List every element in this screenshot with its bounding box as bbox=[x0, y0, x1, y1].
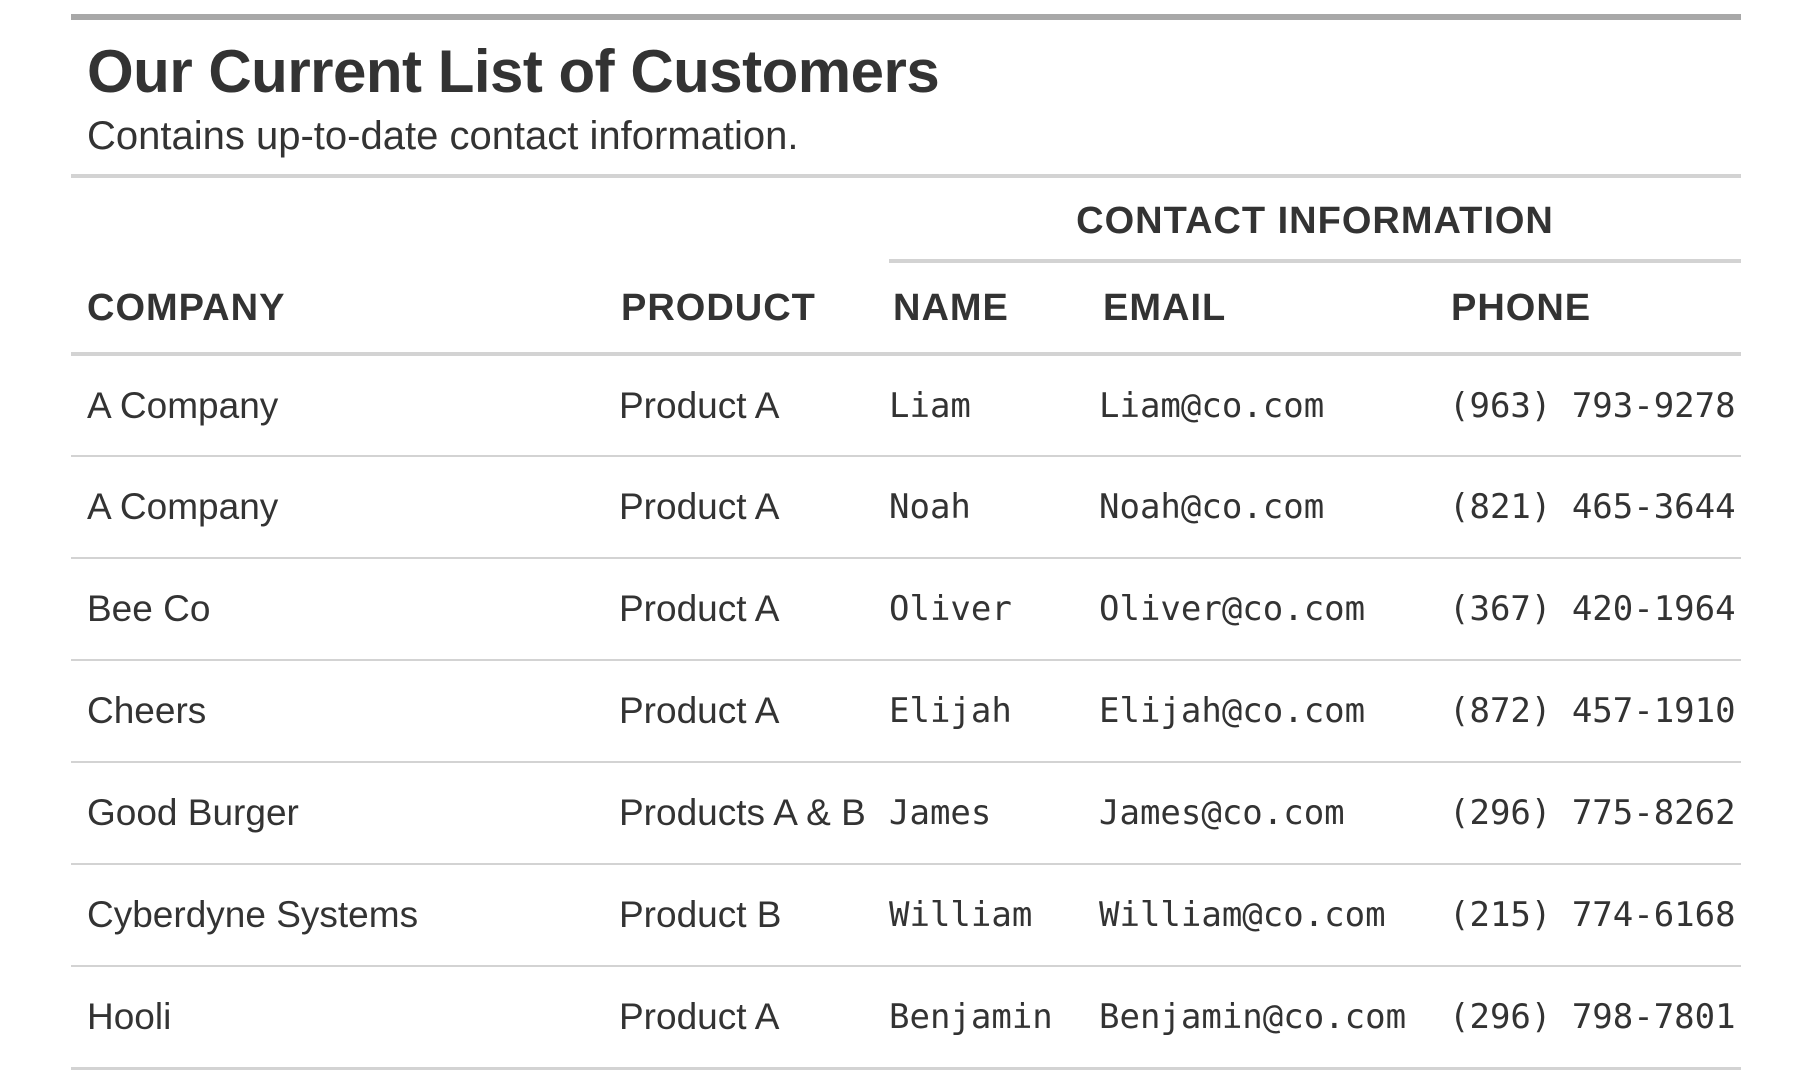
cell-phone: (215) 774-6168 bbox=[1435, 864, 1741, 967]
cell-email: Elijah@co.com bbox=[1087, 660, 1435, 763]
cell-product: Product B bbox=[605, 864, 877, 967]
column-header-phone: PHONE bbox=[1435, 264, 1741, 356]
column-header-name: NAME bbox=[877, 264, 1087, 356]
cell-product: Product A bbox=[605, 456, 877, 559]
column-header-row: COMPANY PRODUCT NAME EMAIL PHONE bbox=[71, 264, 1741, 356]
cell-product: Products A & B bbox=[605, 762, 877, 865]
spanner-empty bbox=[71, 178, 877, 264]
cell-product: Product A bbox=[605, 354, 877, 457]
cell-company: Cheers bbox=[71, 660, 605, 763]
table-row: Cyberdyne Systems Product B William Will… bbox=[71, 864, 1741, 967]
cell-email: Benjamin@co.com bbox=[1087, 966, 1435, 1070]
cell-name: Elijah bbox=[877, 660, 1087, 763]
cell-name: James bbox=[877, 762, 1087, 865]
cell-name: William bbox=[877, 864, 1087, 967]
cell-email: James@co.com bbox=[1087, 762, 1435, 865]
cell-company: Hooli bbox=[71, 966, 605, 1070]
spanner-label: CONTACT INFORMATION bbox=[889, 183, 1741, 263]
cell-product: Product A bbox=[605, 966, 877, 1070]
cell-company: Cyberdyne Systems bbox=[71, 864, 605, 967]
cell-phone: (367) 420-1964 bbox=[1435, 558, 1741, 661]
cell-email: Oliver@co.com bbox=[1087, 558, 1435, 661]
cell-company: A Company bbox=[71, 456, 605, 559]
cell-company: A Company bbox=[71, 354, 605, 457]
cell-email: Noah@co.com bbox=[1087, 456, 1435, 559]
column-header-company: COMPANY bbox=[71, 264, 605, 356]
cell-name: Benjamin bbox=[877, 966, 1087, 1070]
cell-name: Noah bbox=[877, 456, 1087, 559]
cell-company: Bee Co bbox=[71, 558, 605, 661]
table-row: Bee Co Product A Oliver Oliver@co.com (3… bbox=[71, 558, 1741, 661]
table-title: Our Current List of Customers bbox=[87, 38, 940, 105]
cell-name: Oliver bbox=[877, 558, 1087, 661]
table-row: Cheers Product A Elijah Elijah@co.com (8… bbox=[71, 660, 1741, 763]
cell-phone: (821) 465-3644 bbox=[1435, 456, 1741, 559]
cell-phone: (296) 798-7801 bbox=[1435, 966, 1741, 1070]
spanner-contact-information: CONTACT INFORMATION bbox=[877, 178, 1741, 264]
cell-phone: (296) 775-8262 bbox=[1435, 762, 1741, 865]
cell-email: William@co.com bbox=[1087, 864, 1435, 967]
cell-phone: (872) 457-1910 bbox=[1435, 660, 1741, 763]
table-row: Hooli Product A Benjamin Benjamin@co.com… bbox=[71, 966, 1741, 1070]
cell-email: Liam@co.com bbox=[1087, 354, 1435, 457]
column-header-product: PRODUCT bbox=[605, 264, 877, 356]
cell-product: Product A bbox=[605, 660, 877, 763]
cell-name: Liam bbox=[877, 354, 1087, 457]
table-heading: Our Current List of Customers Contains u… bbox=[71, 20, 1741, 178]
table-row: A Company Product A Noah Noah@co.com (82… bbox=[71, 456, 1741, 559]
cell-phone: (963) 793-9278 bbox=[1435, 354, 1741, 457]
table-subtitle: Contains up-to-date contact information. bbox=[87, 114, 799, 158]
cell-company: Good Burger bbox=[71, 762, 605, 865]
table-row: Good Burger Products A & B James James@c… bbox=[71, 762, 1741, 865]
cell-product: Product A bbox=[605, 558, 877, 661]
customer-table-container: Our Current List of Customers Contains u… bbox=[71, 14, 1741, 1070]
column-header-email: EMAIL bbox=[1087, 264, 1435, 356]
spanner-row: CONTACT INFORMATION bbox=[71, 178, 1741, 264]
table-row: A Company Product A Liam Liam@co.com (96… bbox=[71, 354, 1741, 457]
customer-table: CONTACT INFORMATION COMPANY PRODUCT NAME… bbox=[71, 178, 1741, 1070]
